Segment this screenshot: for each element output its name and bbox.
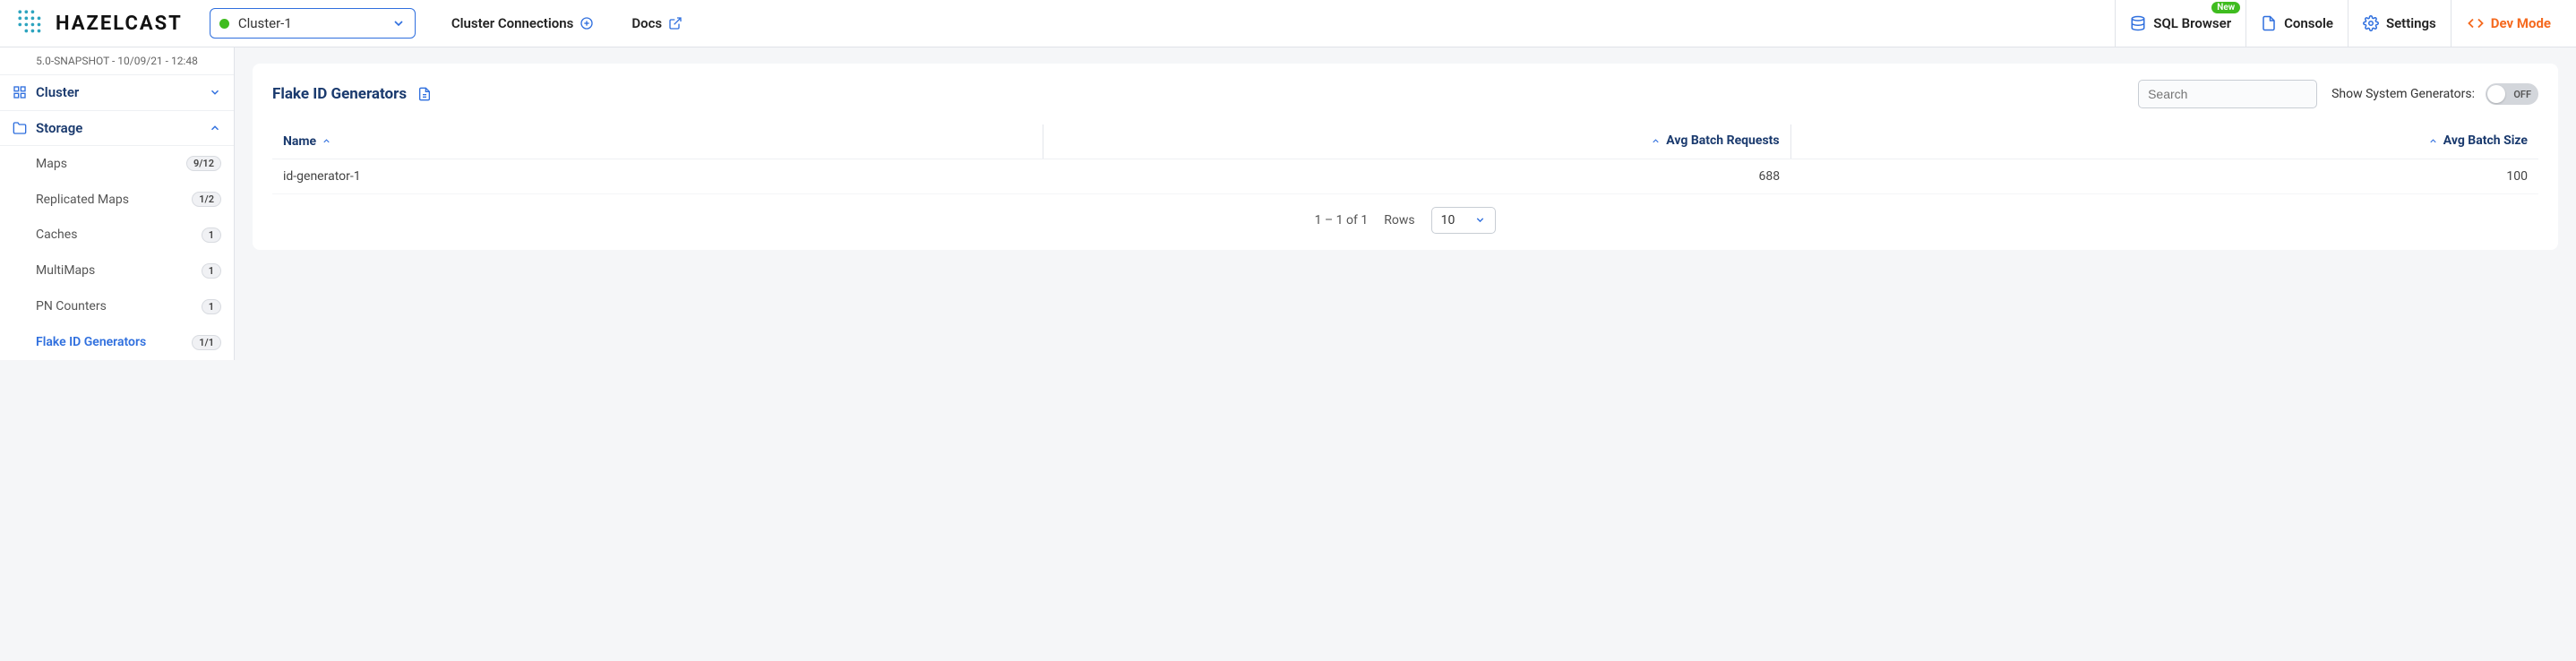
flake-id-panel: Flake ID Generators Show System Generato… [253, 64, 2558, 250]
system-generators-label: Show System Generators: [2331, 87, 2475, 101]
database-icon [2130, 15, 2146, 31]
folder-icon [13, 121, 27, 135]
grid-icon [13, 85, 27, 99]
sidebar-item-label: MultiMaps [36, 263, 202, 278]
col-batch-requests-label: Avg Batch Requests [1666, 133, 1779, 148]
chevron-down-icon [391, 16, 406, 30]
settings-label: Settings [2386, 15, 2436, 31]
sidebar-item-replicated-maps[interactable]: Replicated Maps 1/2 [0, 182, 234, 218]
system-generators-toggle[interactable]: OFF [2486, 83, 2538, 105]
settings-button[interactable]: Settings [2348, 0, 2451, 47]
sidebar-section-cluster[interactable]: Cluster [0, 74, 234, 110]
col-name[interactable]: Name [272, 124, 1043, 159]
cell-name: id-generator-1 [272, 159, 1043, 193]
sidebar-section-label: Cluster [36, 84, 209, 100]
sidebar-item-label: PN Counters [36, 299, 202, 313]
gear-icon [2363, 15, 2379, 31]
file-icon [2261, 15, 2277, 31]
col-batch-requests[interactable]: Avg Batch Requests [1043, 124, 1790, 159]
dev-mode-label: Dev Mode [2491, 15, 2551, 31]
generators-table: Name Avg Batch Requests [272, 124, 2538, 194]
hazelcast-logo-icon [16, 8, 47, 39]
console-button[interactable]: Console [2245, 0, 2348, 47]
top-header: HAZELCAST Cluster-1 Cluster Connections … [0, 0, 2576, 47]
cell-batch-requests: 688 [1043, 159, 1790, 193]
console-label: Console [2284, 15, 2333, 31]
sql-browser-button[interactable]: New SQL Browser [2115, 0, 2245, 47]
search-box[interactable] [2138, 80, 2317, 108]
cluster-select[interactable]: Cluster-1 [210, 8, 416, 39]
main-content: Flake ID Generators Show System Generato… [235, 47, 2576, 360]
new-badge: New [2211, 2, 2240, 13]
docs-label: Docs [631, 15, 662, 31]
panel-header: Flake ID Generators Show System Generato… [272, 80, 2538, 108]
sidebar: 5.0-SNAPSHOT - 10/09/21 - 12:48 Cluster … [0, 47, 235, 360]
page-title: Flake ID Generators [272, 85, 407, 103]
sidebar-item-badge: 1 [202, 299, 221, 314]
cell-batch-size: 100 [1790, 159, 2538, 193]
sidebar-item-pn-counters[interactable]: PN Counters 1 [0, 288, 234, 324]
docs-link[interactable]: Docs [619, 15, 695, 31]
external-link-icon [668, 16, 683, 30]
sidebar-section-label: Storage [36, 120, 209, 136]
chevron-up-icon [209, 122, 221, 134]
cluster-connections-label: Cluster Connections [451, 15, 574, 31]
logo-text: HAZELCAST [56, 13, 183, 35]
status-dot-icon [219, 19, 229, 29]
sidebar-item-label: Maps [36, 157, 186, 171]
sidebar-item-label: Flake ID Generators [36, 335, 192, 349]
sidebar-item-badge: 1 [202, 227, 221, 243]
sort-asc-icon [2428, 136, 2438, 146]
rows-per-page-select[interactable]: 10 [1431, 207, 1497, 234]
col-name-label: Name [283, 134, 316, 149]
sidebar-item-label: Caches [36, 227, 202, 242]
dev-mode-button[interactable]: Dev Mode [2451, 0, 2567, 47]
sidebar-item-caches[interactable]: Caches 1 [0, 218, 234, 253]
sidebar-item-maps[interactable]: Maps 9/12 [0, 146, 234, 182]
plus-circle-icon [580, 16, 594, 30]
document-icon[interactable] [417, 87, 432, 101]
cluster-name: Cluster-1 [238, 15, 391, 31]
sql-browser-label: SQL Browser [2153, 15, 2231, 31]
page-range: 1 – 1 of 1 [1315, 213, 1369, 227]
search-input[interactable] [2148, 87, 2310, 101]
table-row[interactable]: id-generator-1 688 100 [272, 159, 2538, 193]
sort-asc-icon [322, 136, 331, 146]
code-icon [2468, 15, 2484, 31]
chevron-down-icon [209, 86, 221, 99]
logo: HAZELCAST [16, 8, 183, 39]
sidebar-item-badge: 1 [202, 263, 221, 279]
sidebar-item-multimaps[interactable]: MultiMaps 1 [0, 253, 234, 288]
cluster-connections-link[interactable]: Cluster Connections [439, 15, 607, 31]
sidebar-item-badge: 1/2 [192, 192, 221, 207]
chevron-down-icon [1474, 214, 1486, 226]
col-batch-size[interactable]: Avg Batch Size [1790, 124, 2538, 159]
sort-asc-icon [1651, 136, 1661, 146]
col-batch-size-label: Avg Batch Size [2443, 133, 2528, 148]
version-text: 5.0-SNAPSHOT - 10/09/21 - 12:48 [0, 47, 234, 74]
pagination: 1 – 1 of 1 Rows 10 [272, 194, 2538, 236]
sidebar-item-flake-id-generators[interactable]: Flake ID Generators 1/1 [0, 324, 234, 360]
sidebar-item-badge: 9/12 [186, 156, 221, 171]
sidebar-section-storage[interactable]: Storage [0, 110, 234, 146]
sidebar-item-badge: 1/1 [192, 335, 221, 350]
toggle-label: OFF [2486, 89, 2538, 100]
rows-per-page-value: 10 [1441, 213, 1455, 227]
sidebar-item-label: Replicated Maps [36, 193, 192, 207]
rows-label: Rows [1384, 213, 1414, 227]
